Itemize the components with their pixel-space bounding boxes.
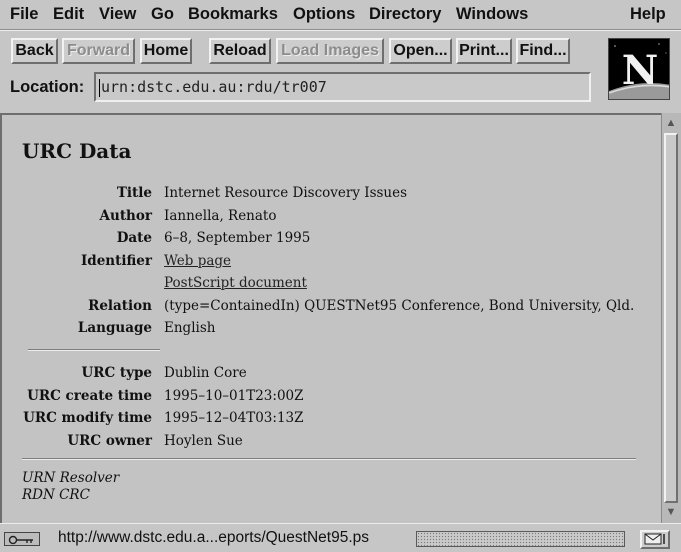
meta-label-owner: URC owner (67, 433, 152, 449)
mail-icon[interactable] (640, 530, 670, 549)
meta-label-modify-time: URC modify time (23, 410, 152, 426)
scrollbar-thumb[interactable] (664, 133, 678, 503)
menu-windows[interactable]: Windows (456, 5, 528, 24)
field-value-relation: (type=ContainedIn) QUESTNet95 Conference… (164, 298, 635, 314)
footer-rdn-crc: RDN CRC (22, 487, 90, 503)
menu-bookmarks[interactable]: Bookmarks (188, 5, 278, 24)
field-label-title: Title (116, 185, 152, 201)
toolbar: Back Forward Home Reload Load Images Ope… (0, 30, 681, 108)
home-button[interactable]: Home (140, 38, 192, 64)
meta-value-owner: Hoylen Sue (164, 433, 243, 449)
footer-urn-resolver: URN Resolver (22, 470, 120, 486)
web-page-link[interactable]: Web page (164, 253, 231, 269)
field-value-title: Internet Resource Discovery Issues (164, 185, 408, 201)
reload-button[interactable]: Reload (209, 38, 271, 64)
field-value-date: 6–8, September 1995 (164, 230, 311, 246)
field-label-identifier: Identifier (80, 253, 152, 269)
menu-help[interactable]: Help (630, 5, 666, 24)
field-label-relation: Relation (88, 298, 152, 314)
progress-bar (416, 531, 625, 547)
field-value-language: English (164, 320, 216, 336)
field-label-date: Date (116, 230, 152, 246)
field-value-author: Iannella, Renato (164, 208, 277, 224)
menu-options[interactable]: Options (293, 5, 355, 24)
scroll-up-arrow-icon[interactable]: ▲ (664, 116, 678, 130)
menu-file[interactable]: File (10, 5, 38, 24)
vertical-scrollbar[interactable]: ▲ ▼ (661, 113, 681, 523)
menu-edit[interactable]: Edit (53, 5, 84, 24)
page-title: URC Data (22, 139, 132, 163)
meta-label-create-time: URC create time (27, 388, 152, 404)
forward-button[interactable]: Forward (62, 38, 135, 64)
status-text: http://www.dstc.edu.a...eports/QuestNet9… (58, 529, 370, 546)
menu-view[interactable]: View (99, 5, 136, 24)
svg-text:N: N (622, 47, 659, 94)
location-url: urn:dstc.edu.au:rdu/tr007 (101, 78, 327, 96)
scroll-down-arrow-icon[interactable]: ▼ (664, 505, 678, 519)
meta-label-urc-type: URC type (81, 365, 152, 381)
field-label-author: Author (99, 208, 152, 224)
location-label: Location: (10, 78, 85, 96)
meta-value-urc-type: Dublin Core (164, 365, 247, 381)
menu-directory[interactable]: Directory (369, 5, 441, 24)
security-key-icon[interactable] (4, 532, 40, 546)
postscript-document-link[interactable]: PostScript document (164, 275, 307, 291)
menu-bar: File Edit View Go Bookmarks Options Dire… (0, 0, 681, 30)
meta-value-create-time: 1995–10–01T23:00Z (164, 388, 304, 404)
back-button[interactable]: Back (11, 38, 58, 64)
print-button[interactable]: Print... (456, 38, 512, 64)
document-view[interactable]: URC Data Title Internet Resource Discove… (0, 113, 661, 523)
text-caret (99, 78, 100, 97)
footer-divider (22, 458, 636, 460)
find-button[interactable]: Find... (516, 38, 570, 64)
section-divider (28, 349, 160, 351)
open-button[interactable]: Open... (389, 38, 452, 64)
netscape-logo-icon[interactable]: N (608, 38, 670, 100)
location-field[interactable]: urn:dstc.edu.au:rdu/tr007 (94, 72, 591, 102)
status-bar: http://www.dstc.edu.a...eports/QuestNet9… (0, 523, 681, 552)
field-label-language: Language (77, 320, 152, 336)
load-images-button[interactable]: Load Images (276, 38, 384, 64)
meta-value-modify-time: 1995–12–04T03:13Z (164, 410, 304, 426)
menu-go[interactable]: Go (151, 5, 174, 24)
